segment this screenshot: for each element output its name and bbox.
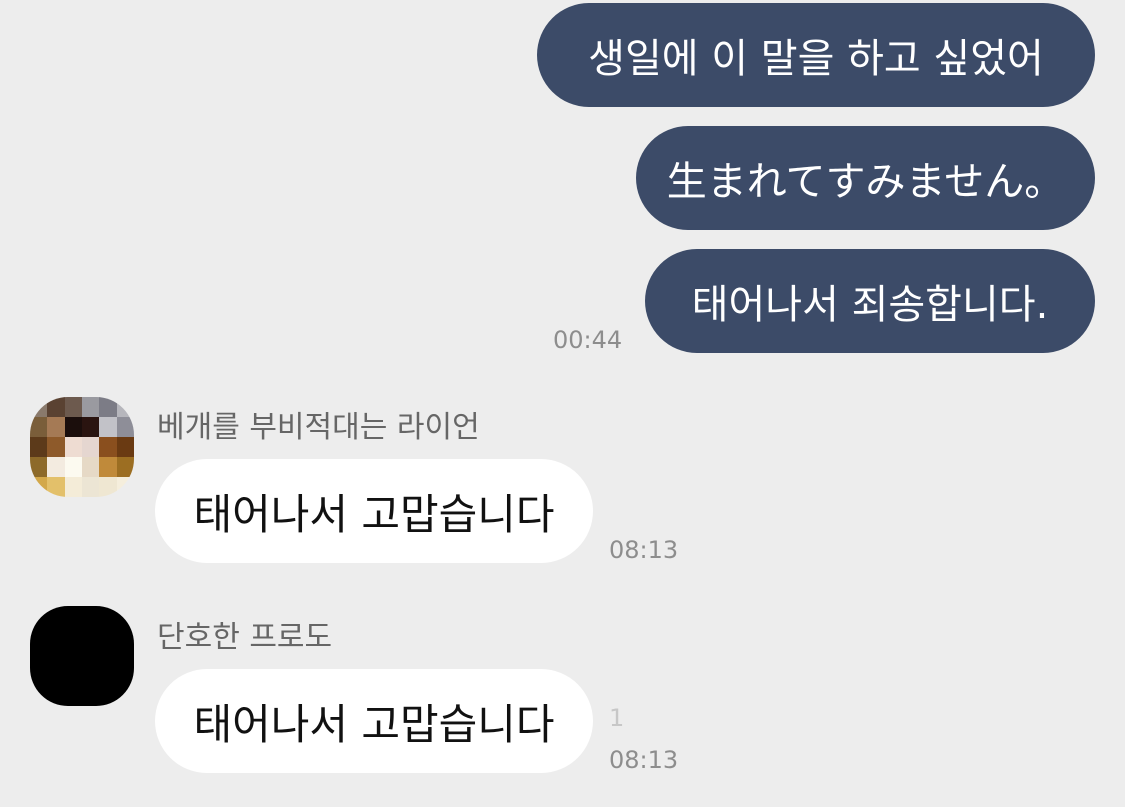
sender-name: 단호한 프로도 (157, 620, 333, 655)
sender-name: 베개를 부비적대는 라이언 (157, 410, 480, 445)
avatar-image (30, 397, 134, 497)
chat-room: 생일에 이 말을 하고 싶었어 生まれてすみません。 태어나서 죄송합니다. 0… (0, 0, 1125, 807)
outgoing-message-bubble[interactable]: 생일에 이 말을 하고 싶었어 (537, 3, 1095, 107)
pixelated-profile-icon[interactable] (30, 397, 134, 497)
unread-count: 1 (609, 704, 625, 732)
outgoing-message-bubble[interactable]: 生まれてすみません。 (636, 126, 1095, 230)
outgoing-message-bubble[interactable]: 태어나서 죄송합니다. (645, 249, 1095, 353)
incoming-message-bubble[interactable]: 태어나서 고맙습니다 (155, 459, 593, 563)
message-timestamp: 08:13 (609, 746, 679, 774)
message-timestamp: 08:13 (609, 536, 679, 564)
message-timestamp: 00:44 (553, 326, 623, 354)
black-profile-icon[interactable] (30, 606, 134, 706)
incoming-message-bubble[interactable]: 태어나서 고맙습니다 (155, 669, 593, 773)
